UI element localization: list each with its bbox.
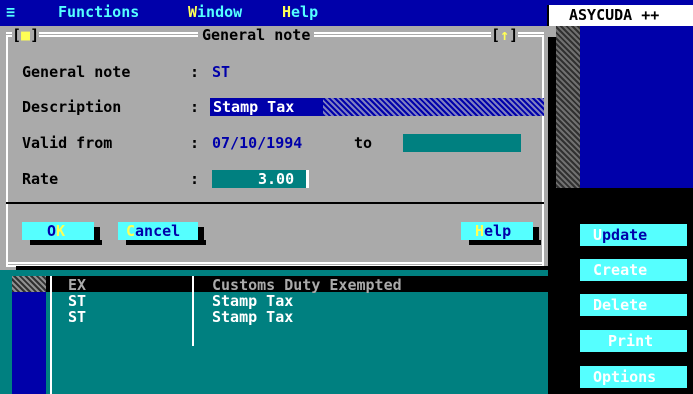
close-icon[interactable]: [■]: [12, 27, 40, 43]
menu-bar: ≡ Functions Window Help ASYCUDA ++: [0, 0, 693, 26]
ok-button-label: OK: [47, 222, 66, 240]
dialog-title: General note: [198, 27, 315, 43]
create-button[interactable]: Create: [580, 259, 689, 287]
delete-button[interactable]: Delete: [580, 294, 689, 322]
help-button-shadow: [533, 227, 539, 245]
side-panel: [548, 188, 693, 394]
delete-button-label: Delete: [593, 296, 648, 314]
description-label: Description: [22, 98, 122, 116]
dialog-left-border: [6, 37, 8, 265]
dialog-shadow-bottom: [16, 266, 556, 270]
list-scroll-indicator: [12, 276, 46, 292]
colon: :: [190, 98, 200, 116]
dialog-separator: [6, 202, 544, 204]
row-description: Customs Duty Exempted: [212, 276, 402, 294]
description-field-fill: [323, 98, 544, 116]
scrollbar-track[interactable]: [556, 26, 580, 198]
description-value: Stamp Tax: [213, 98, 295, 116]
colon: :: [190, 134, 200, 152]
help-button-label: Help: [475, 222, 512, 240]
cancel-button-shadow: [198, 227, 204, 245]
update-button[interactable]: Update: [580, 224, 689, 252]
valid-from-label: Valid from: [22, 134, 113, 152]
menu-functions[interactable]: Functions: [58, 4, 139, 20]
ok-button[interactable]: OK: [22, 222, 102, 245]
row-code: ST: [68, 292, 87, 310]
list-margin: [12, 276, 46, 394]
general-note-value[interactable]: ST: [212, 64, 230, 80]
to-label: to: [354, 134, 373, 152]
help-button[interactable]: Help: [461, 222, 541, 245]
options-button[interactable]: Options: [580, 366, 689, 394]
print-button[interactable]: Print: [580, 330, 689, 358]
row-code: EX: [68, 276, 87, 294]
valid-from-value[interactable]: 07/10/1994: [212, 135, 302, 151]
dialog-right-border: [542, 37, 544, 265]
menu-help[interactable]: Help: [282, 4, 318, 20]
rate-field-cursor: [306, 170, 309, 188]
list-column-divider: [192, 276, 194, 346]
dialog-shadow: [548, 37, 556, 270]
update-button-label: Update: [593, 226, 648, 244]
cancel-button[interactable]: Cancel: [118, 222, 206, 245]
cancel-button-label: Cancel: [126, 222, 181, 240]
row-description: Stamp Tax: [212, 308, 294, 326]
print-button-label: Print: [608, 332, 654, 350]
row-description: Stamp Tax: [212, 292, 294, 310]
valid-to-field[interactable]: [403, 134, 521, 152]
options-button-label: Options: [593, 368, 657, 386]
zoom-icon[interactable]: [↑]: [491, 27, 519, 43]
app-name-box: ASYCUDA ++: [547, 5, 693, 26]
rate-value: 3.00: [258, 170, 295, 188]
colon: :: [190, 63, 200, 81]
menu-window[interactable]: Window: [188, 4, 242, 20]
create-button-label: Create: [593, 261, 648, 279]
ok-button-shadow: [94, 227, 100, 245]
general-note-label: General note: [22, 63, 131, 81]
system-menu-icon[interactable]: ≡: [6, 4, 15, 20]
rate-label: Rate: [22, 170, 59, 188]
list-divider: [50, 276, 52, 394]
app-name: ASYCUDA ++: [569, 6, 660, 24]
row-code: ST: [68, 308, 87, 326]
colon: :: [190, 170, 200, 188]
